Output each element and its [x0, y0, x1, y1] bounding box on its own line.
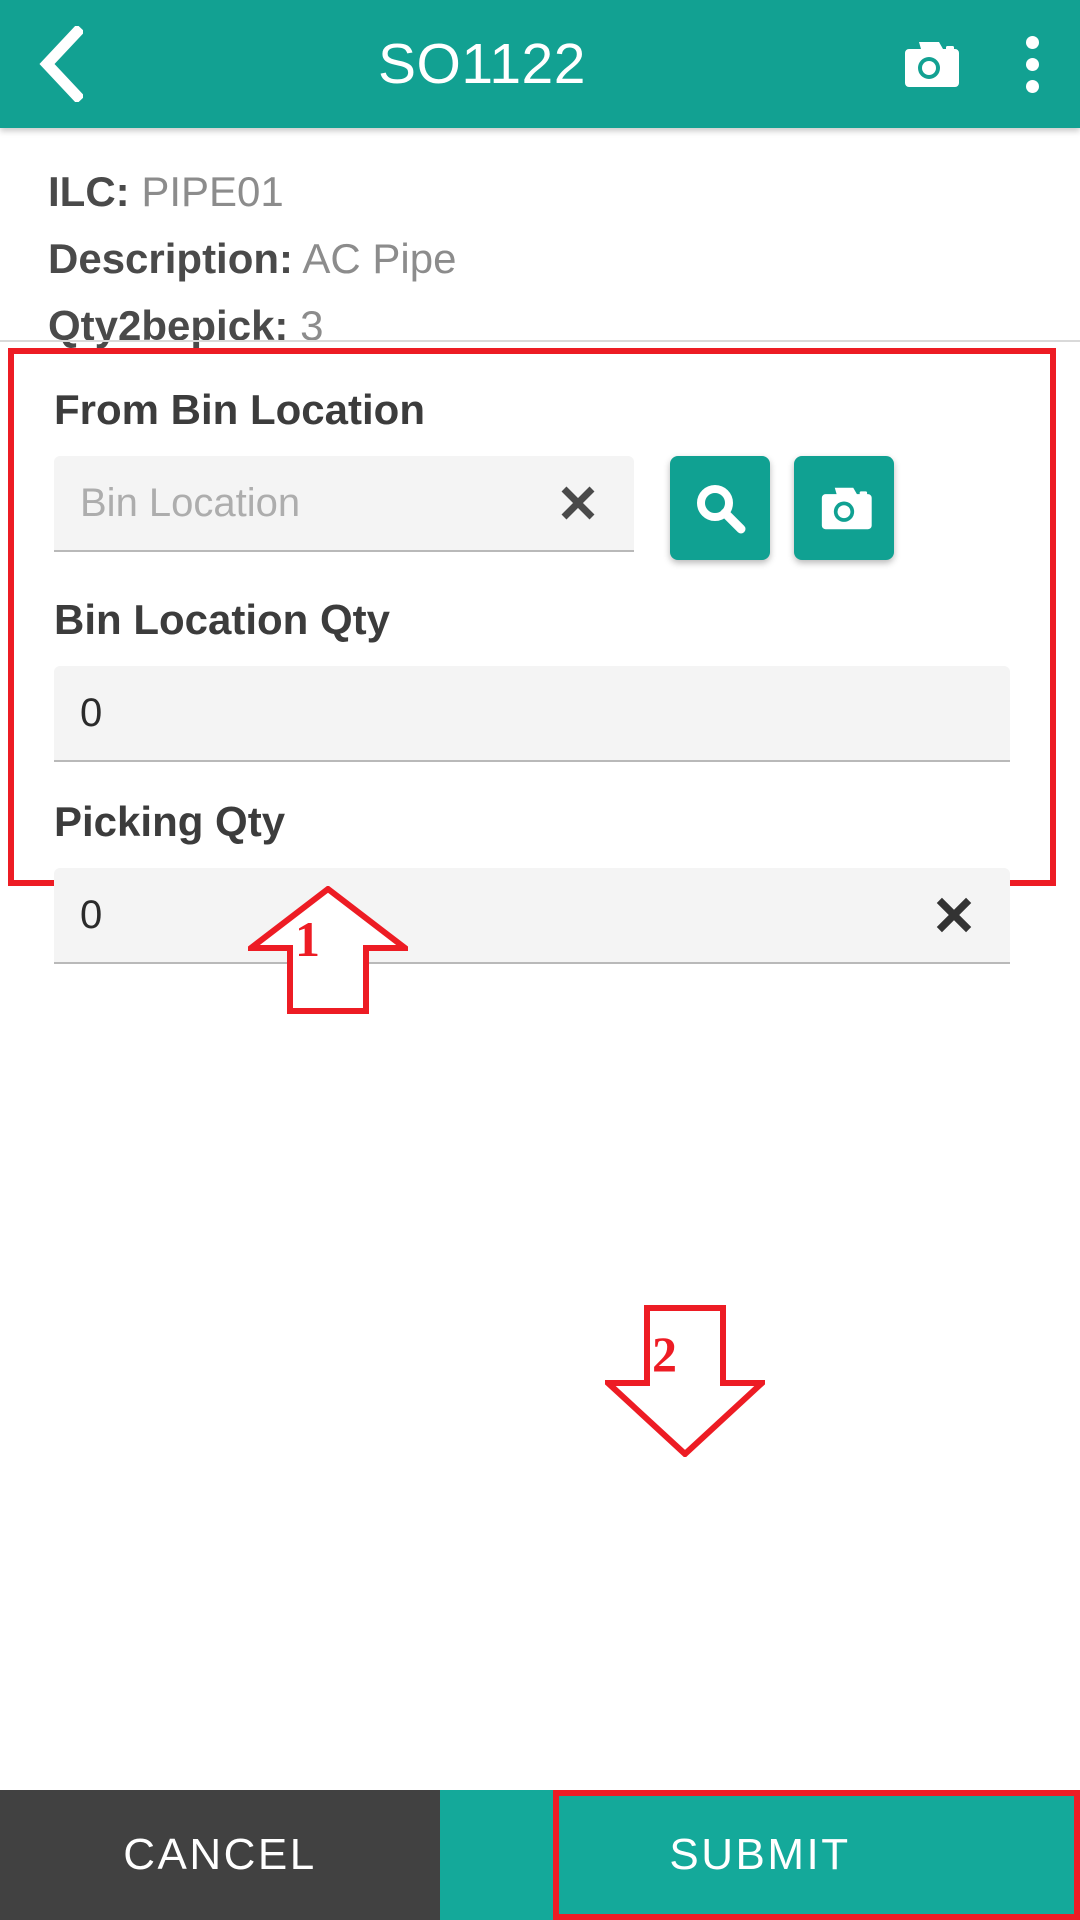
order-info-block: ILC: PIPE01 Description: AC Pipe Qty2bep…: [0, 128, 1080, 381]
ilc-label: ILC:: [48, 168, 130, 215]
from-bin-location-label: From Bin Location: [54, 386, 425, 433]
annotation-marker-1: 1: [295, 911, 320, 967]
ilc-value: PIPE01: [141, 168, 284, 215]
bottom-action-bar: CANCEL SUBMIT: [0, 1790, 1080, 1920]
page-title: SO1122: [378, 32, 586, 96]
picking-qty-group: Picking Qty 0: [54, 792, 1010, 964]
bin-location-input[interactable]: Bin Location: [54, 456, 634, 552]
app-header: SO1122: [0, 0, 1080, 128]
bin-location-qty-input[interactable]: 0: [54, 666, 1010, 762]
cancel-button[interactable]: CANCEL: [0, 1790, 440, 1920]
back-chevron-icon: [39, 26, 83, 102]
overflow-menu-icon: [1025, 35, 1039, 93]
camera-icon: [821, 487, 872, 530]
search-icon: [697, 485, 746, 534]
picking-qty-input[interactable]: 0: [54, 868, 1010, 964]
picking-form-card: From Bin Location Bin Location Bin Locat…: [8, 348, 1056, 964]
header-camera-button[interactable]: [874, 0, 984, 128]
annotation-arrow-up: [248, 886, 408, 1014]
from-bin-location-row: Bin Location: [54, 456, 1010, 560]
overflow-menu-button[interactable]: [984, 0, 1080, 128]
bin-location-qty-value: 0: [80, 690, 103, 735]
info-row-description: Description: AC Pipe: [48, 225, 1032, 292]
submit-button[interactable]: SUBMIT: [440, 1790, 1080, 1920]
bin-location-input-value: Bin Location: [80, 480, 301, 525]
picking-qty-label: Picking Qty: [54, 798, 286, 845]
annotation-arrow-down: [605, 1305, 765, 1457]
bin-location-clear-button[interactable]: [548, 455, 608, 551]
description-label: Description:: [48, 235, 294, 282]
picking-qty-value: 0: [80, 892, 103, 937]
app-screen: SO1122 ILC: PIPE01 Description: AC Pipe …: [0, 0, 1080, 1920]
annotation-marker-2: 2: [652, 1326, 677, 1382]
section-divider: [0, 340, 1080, 342]
picking-qty-clear-button[interactable]: [924, 867, 984, 963]
clear-x-icon: [936, 897, 972, 933]
bin-location-search-button[interactable]: [670, 456, 770, 560]
description-value: AC Pipe: [302, 235, 457, 282]
clear-x-icon: [561, 486, 595, 520]
bin-location-qty-label: Bin Location Qty: [54, 596, 390, 643]
camera-icon: [905, 42, 959, 87]
bin-location-qty-group: Bin Location Qty 0: [54, 590, 1010, 762]
info-row-ilc: ILC: PIPE01: [48, 158, 1032, 225]
bin-location-camera-button[interactable]: [794, 456, 894, 560]
